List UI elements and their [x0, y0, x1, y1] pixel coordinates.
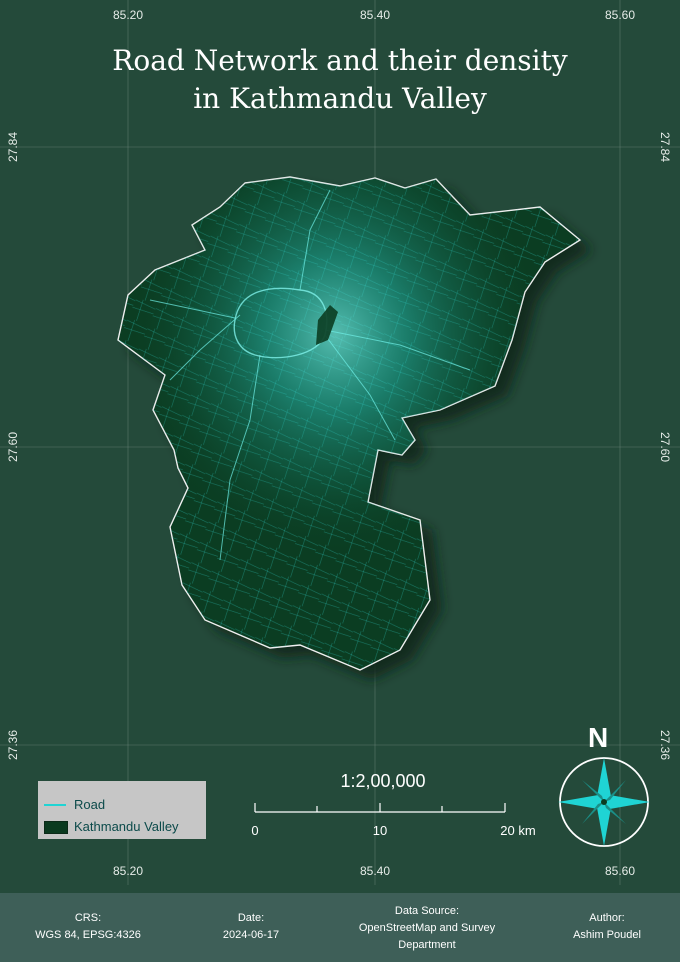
footer-source-label: Data Source: — [394, 905, 460, 917]
footer-crs-label: CRS: — [74, 912, 102, 924]
road-legend-label: Road — [74, 797, 106, 812]
lat-label-left-3: 27.36 — [6, 729, 21, 761]
lon-label-top-1: 85.20 — [112, 8, 144, 22]
footer-crs: CRS: WGS 84, EPSG:4326 — [35, 910, 141, 944]
map-footer: CRS: WGS 84, EPSG:4326 Date: 2024-06-17 … — [0, 893, 680, 962]
lat-label-left-2: 27.60 — [6, 431, 21, 463]
lat-label-left-1: 27.84 — [6, 131, 21, 163]
lat-label-right-1: 27.84 — [658, 131, 673, 163]
map-canvas — [0, 0, 680, 885]
valley-legend-label: Kathmandu Valley — [74, 819, 179, 834]
map-title-line-2: in Kathmandu Valley — [193, 82, 487, 115]
scale-ratio: 1:2,00,000 — [340, 771, 426, 791]
scale-label-10: 10 — [372, 823, 388, 838]
footer-date-label: Date: — [237, 912, 265, 924]
road-legend-symbol — [44, 804, 66, 806]
scale-label-20: 20 km — [500, 823, 536, 838]
footer-source-value-2: Department — [398, 939, 456, 951]
footer-crs-value: WGS 84, EPSG:4326 — [35, 929, 141, 941]
lat-label-right-3: 27.36 — [658, 729, 673, 761]
map-legend: Road Kathmandu Valley — [38, 781, 206, 839]
compass-rose-icon — [558, 757, 650, 847]
scale-bar — [254, 803, 506, 813]
lat-label-right-2: 27.60 — [658, 431, 673, 463]
footer-date-value: 2024-06-17 — [222, 929, 280, 941]
footer-source-value-1: OpenStreetMap and Survey — [358, 922, 496, 934]
lon-label-top-3: 85.60 — [604, 8, 636, 22]
footer-source: Data Source: OpenStreetMap and Survey De… — [359, 903, 495, 954]
lon-label-top-2: 85.40 — [359, 8, 391, 22]
lon-label-bottom-1: 85.20 — [112, 864, 144, 878]
map-title: Road Network and their density in Kathma… — [0, 42, 680, 118]
footer-author-label: Author: — [589, 912, 625, 924]
road-density-core — [118, 177, 580, 670]
north-label: N — [588, 722, 609, 753]
valley-legend-symbol — [44, 821, 68, 834]
lon-label-bottom-2: 85.40 — [359, 864, 391, 878]
footer-author-value: Ashim Poudel — [573, 929, 641, 941]
footer-date: Date: 2024-06-17 — [223, 910, 279, 944]
map-title-line-1: Road Network and their density — [112, 44, 568, 77]
scale-label-0: 0 — [251, 823, 259, 838]
lon-label-bottom-3: 85.60 — [604, 864, 636, 878]
map-frame: Road Network and their density in Kathma… — [0, 0, 680, 885]
footer-author: Author: Ashim Poudel — [573, 910, 641, 944]
